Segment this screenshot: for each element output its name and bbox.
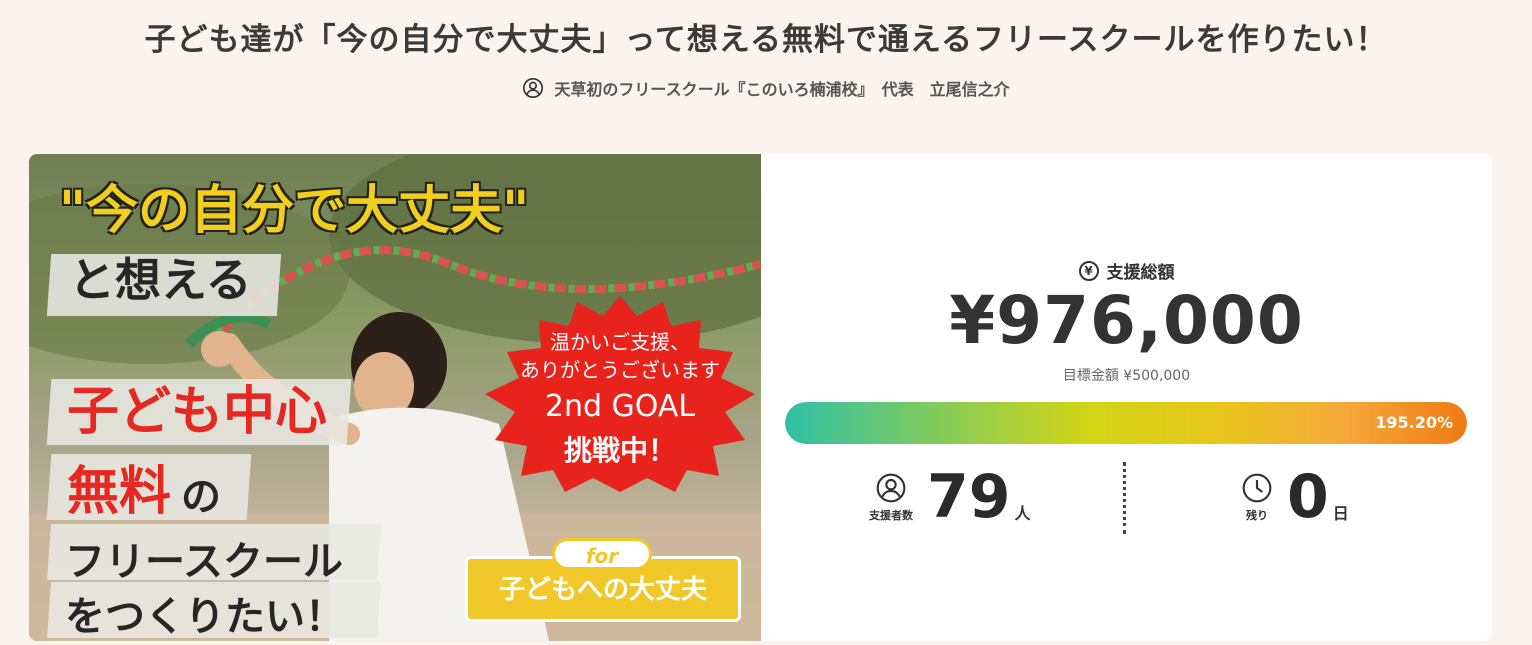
hero-line-3: 子ども中心 [67,382,328,442]
thanks-badge: 温かいご支援、 ありがとうございます 2nd GOAL 挑戦中！ [475,294,761,494]
remaining-icon-group: 残り [1241,472,1273,523]
hero-line-4: 無料 [67,462,172,522]
badge-line-1: 温かいご支援、 [550,330,690,354]
progress-bar: 195.20% [785,402,1467,444]
hero-headline: "今の自分で大丈夫" [59,180,530,241]
supporters-icon-group: 支援者数 [869,472,913,523]
supporters-stat: 支援者数 79 人 [869,456,1031,538]
stat-divider [1123,462,1126,534]
clock-icon [1242,473,1272,502]
hero-line-4b: の [181,474,221,520]
progress-bar-fill [785,402,1467,444]
hero-line-2: と想える [69,253,252,307]
total-label-row: ¥ 支援総額 [761,258,1492,283]
badge-line-3: 2nd GOAL [544,389,696,424]
remaining-stat: 残り 0 日 [1241,456,1349,538]
remaining-days: 0 [1287,462,1329,532]
hero-line-5: フリースクール [65,539,343,585]
user-circle-icon [876,473,906,502]
remaining-label: 残り [1246,508,1268,522]
hero-line-6: をつくりたい！ [65,594,345,640]
badge-line-2: ありがとうございます [520,358,720,382]
funding-panel: ¥ 支援総額 ¥976,000 目標金額 ¥500,000 195.20% 支援… [761,154,1492,641]
page-title: 子ども達が「今の自分で大丈夫」って想える無料で通えるフリースクールを作りたい！ [144,22,1388,58]
yen-circle-icon: ¥ [1078,260,1099,281]
supporters-unit: 人 [1014,504,1031,523]
supporters-label: 支援者数 [869,508,913,522]
remaining-unit: 日 [1332,504,1349,523]
total-amount: ¥976,000 [949,282,1304,359]
progress-percent: 195.20% [1375,413,1453,432]
project-hero-image: "今の自分で大丈夫" と想える 子ども中心 無料 の フリースクール をつくりた… [29,154,761,641]
total-label: 支援総額 [1106,263,1175,283]
badge-line-4: 挑戦中！ [563,434,676,467]
user-circle-icon [523,78,544,98]
goal-amount: 目標金額 ¥500,000 [1062,368,1191,384]
supporters-count: 79 [927,462,1011,532]
owner-name: 天草初のフリースクール『このいろ楠浦校』 代表 立尾信之介 [554,80,1010,99]
project-owner[interactable]: 天草初のフリースクール『このいろ楠浦校』 代表 立尾信之介 [0,76,1532,100]
for-pill: for [552,538,652,570]
